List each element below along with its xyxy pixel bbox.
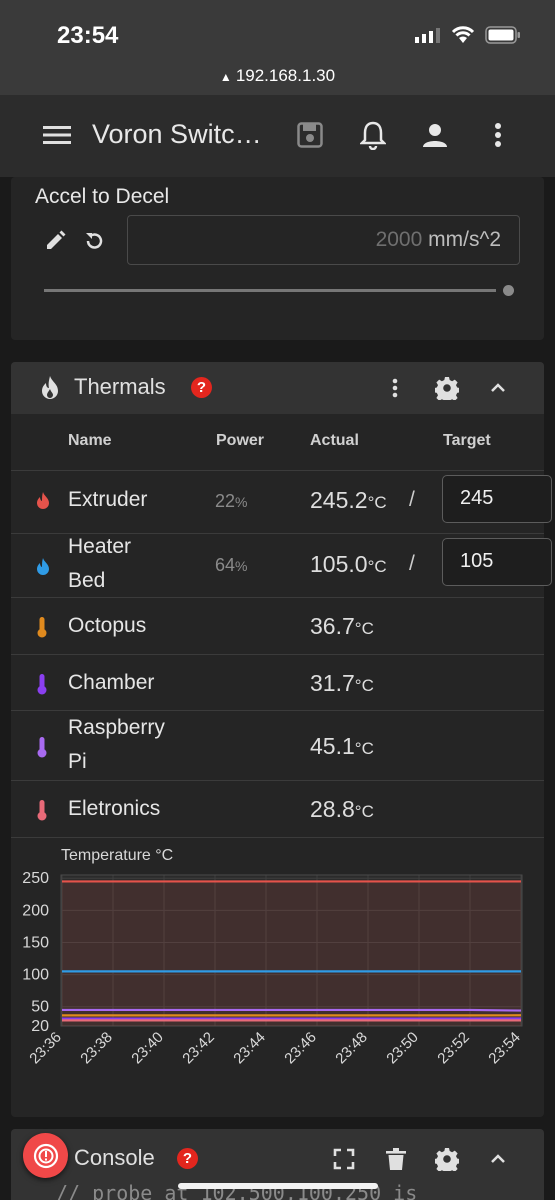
accel-slider[interactable] xyxy=(44,289,496,292)
target-input[interactable]: 245 xyxy=(442,475,552,523)
sensor-actual: 36.7°C xyxy=(310,613,374,639)
cellular-signal-icon xyxy=(415,28,440,43)
thermals-title: Thermals xyxy=(74,374,166,399)
x-tick-label: 23:54 xyxy=(485,1029,524,1068)
account-icon[interactable] xyxy=(417,117,453,153)
heater-name: Extruder xyxy=(68,488,148,511)
more-vert-icon[interactable] xyxy=(480,117,516,153)
thermometer-icon xyxy=(37,800,47,821)
thermals-header: Thermals ? xyxy=(11,362,544,414)
col-target: Target xyxy=(443,432,491,449)
flame-icon xyxy=(37,558,49,575)
save-icon[interactable] xyxy=(292,117,328,153)
accel-label: Accel to Decel xyxy=(35,185,170,208)
menu-icon[interactable] xyxy=(39,117,75,153)
accel-value: 2000 xyxy=(375,228,423,251)
x-tick-label: 23:50 xyxy=(383,1029,422,1068)
flame-icon xyxy=(37,492,49,509)
x-tick-label: 23:42 xyxy=(179,1029,218,1068)
series-area xyxy=(62,881,521,1026)
accel-unit: mm/s^2 xyxy=(428,228,501,251)
system-icons xyxy=(415,26,521,44)
more-vert-icon[interactable] xyxy=(379,372,411,404)
y-tick-label: 100 xyxy=(22,967,49,984)
separator-slash: / xyxy=(409,488,415,511)
x-tick-label: 23:46 xyxy=(281,1029,320,1068)
sensor-name: Eletronics xyxy=(68,797,161,820)
chevron-up-icon[interactable] xyxy=(482,1143,514,1175)
fullscreen-icon[interactable] xyxy=(328,1143,360,1175)
thermometer-icon xyxy=(37,674,47,695)
home-indicator xyxy=(178,1183,378,1189)
y-tick-label: 50 xyxy=(31,999,49,1016)
help-icon[interactable]: ? xyxy=(191,377,212,398)
emergency-stop-button[interactable] xyxy=(23,1133,68,1178)
help-icon[interactable]: ? xyxy=(177,1148,198,1169)
address-bar[interactable]: ▲ 192.168.1.30 xyxy=(0,66,555,86)
x-tick-label: 23:48 xyxy=(332,1029,371,1068)
sensor-actual: 45.1°C xyxy=(310,733,374,759)
trash-icon[interactable] xyxy=(380,1143,412,1175)
accel-input[interactable]: 2000 mm/s^2 xyxy=(127,215,520,265)
settings-gear-icon[interactable] xyxy=(431,372,463,404)
separator-slash: / xyxy=(409,552,415,575)
x-tick-label: 23:40 xyxy=(128,1029,167,1068)
series-line xyxy=(62,1008,522,1012)
sensor-name: Raspberry Pi xyxy=(68,716,165,773)
url-text: 192.168.1.30 xyxy=(235,66,336,85)
thermometer-icon xyxy=(37,737,47,758)
warning-icon: ▲ xyxy=(219,70,232,84)
chevron-up-icon[interactable] xyxy=(482,372,514,404)
bell-icon[interactable] xyxy=(355,117,391,153)
fire-icon xyxy=(42,376,58,399)
accel-slider-thumb[interactable] xyxy=(503,285,514,296)
y-tick-label: 250 xyxy=(22,870,49,887)
heater-actual: 105.0°C xyxy=(310,551,387,577)
settings-gear-icon[interactable] xyxy=(431,1143,463,1175)
temperature-chart-svg: 2050100150200250Temperature °C23:36 23:38… xyxy=(22,847,524,1068)
x-tick-label: 23:44 xyxy=(230,1029,269,1068)
col-name: Name xyxy=(68,432,112,449)
edit-icon[interactable] xyxy=(44,230,66,252)
col-actual: Actual xyxy=(310,432,359,449)
target-input[interactable]: 105 xyxy=(442,538,552,586)
table-row: Heater Bed 64% 105.0°C / 105 xyxy=(11,533,552,597)
y-tick-label: 20 xyxy=(31,1018,49,1035)
table-row: Chamber 31.7°C xyxy=(11,654,544,710)
battery-icon xyxy=(485,26,520,44)
clock: 23:54 xyxy=(57,22,119,49)
y-axis-label: Temperature °C xyxy=(61,847,173,864)
page-title: Voron Switc… xyxy=(92,119,262,149)
heater-power: 22% xyxy=(215,491,248,511)
sensor-actual: 31.7°C xyxy=(310,670,374,696)
y-tick-label: 150 xyxy=(22,934,49,951)
reset-icon[interactable] xyxy=(83,230,105,252)
emergency-stop-icon xyxy=(33,1143,58,1168)
sensor-actual: 28.8°C xyxy=(310,796,374,822)
wifi-icon xyxy=(451,26,475,43)
table-row: Extruder 22% 245.2°C / 245 xyxy=(11,470,552,533)
x-tick-label: 23:38 xyxy=(77,1029,116,1068)
console-title: Console xyxy=(74,1145,155,1170)
table-row: Octopus 36.7°C xyxy=(11,597,544,654)
accel-card: Accel to Decel 2000 mm/s^2 xyxy=(11,177,544,340)
heater-name: Heater Bed xyxy=(68,535,132,592)
table-row: Raspberry Pi 45.1°C xyxy=(11,710,544,780)
console-card: // probe at 102.500,100.250 is Console ? xyxy=(11,1129,544,1200)
col-power: Power xyxy=(216,432,265,449)
heater-power: 64% xyxy=(215,555,248,575)
thermometer-icon xyxy=(37,617,47,638)
heater-actual: 245.2°C xyxy=(310,487,387,513)
sensor-name: Chamber xyxy=(68,671,155,694)
table-row: Eletronics 28.8°C xyxy=(11,780,544,838)
status-bar: 23:54 ▲ 192.168.1.30 xyxy=(0,0,555,95)
app-bar: Voron Switc… xyxy=(0,95,555,177)
y-tick-label: 200 xyxy=(22,902,49,919)
temperature-chart: 20 50 100 150 200 250 Temperature °C 23:36 23:38… xyxy=(11,840,544,1110)
x-tick-label: 23:52 xyxy=(434,1029,473,1068)
thermals-card: Thermals ? Name Power Actual Target Extr… xyxy=(11,362,552,1117)
sensor-name: Octopus xyxy=(68,614,147,637)
